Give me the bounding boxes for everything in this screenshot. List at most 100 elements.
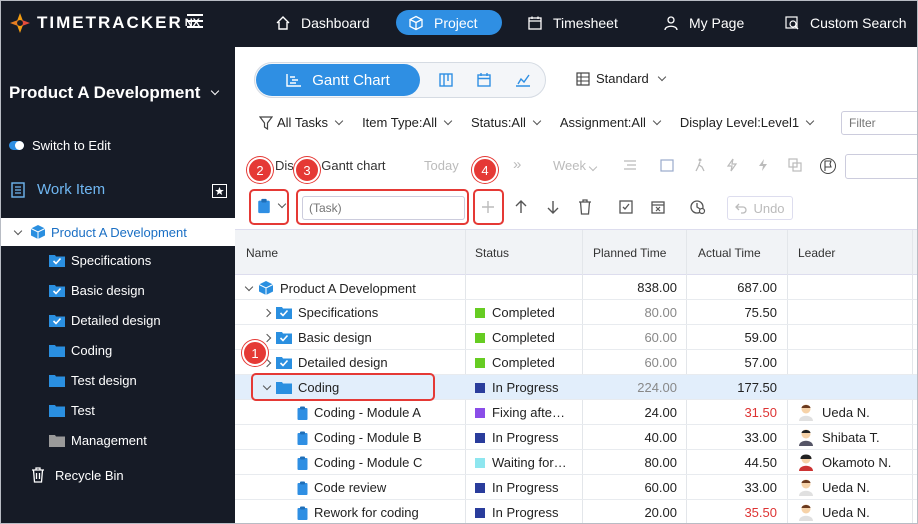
brand-logo[interactable]: TIMETRACKER NX xyxy=(9,12,200,34)
row-actual-time: 59.00 xyxy=(744,330,777,345)
calendar-cancel-icon[interactable] xyxy=(650,199,666,215)
filter-label: Status:All xyxy=(470,115,526,130)
sidebar: Product A Development Switch to Edit Wor… xyxy=(1,47,235,523)
nav-custom-search[interactable]: Custom Search xyxy=(772,10,917,35)
menu-icon[interactable] xyxy=(187,14,203,28)
lightning-icon[interactable] xyxy=(756,158,770,172)
table-row[interactable]: Rework for coding In Progress 20.00 35.5… xyxy=(235,500,917,523)
sidebar-item-management[interactable]: Management xyxy=(49,433,147,448)
align-icon[interactable] xyxy=(623,158,637,172)
nav-project[interactable]: Project xyxy=(396,10,502,35)
clock-settings-icon[interactable] xyxy=(690,199,706,215)
work-item-header[interactable]: Work Item xyxy=(11,181,231,198)
display-level-filter[interactable]: Display Level:Level1 xyxy=(680,115,815,130)
table-row[interactable]: Code review In Progress 60.00 33.00 Ueda… xyxy=(235,475,917,500)
delete-icon[interactable] xyxy=(577,199,593,215)
status-filter[interactable]: Status:All xyxy=(470,115,542,130)
search-list-icon xyxy=(785,15,799,29)
sidebar-item-test-design[interactable]: Test design xyxy=(49,373,137,388)
table-row[interactable]: Basic design Completed 60.00 59.00 xyxy=(235,325,917,350)
project-selector[interactable]: Product A Development xyxy=(9,83,220,103)
arrow-up-icon[interactable] xyxy=(513,199,529,215)
walk-icon[interactable] xyxy=(693,158,707,172)
sidebar-item-basic-design[interactable]: Basic design xyxy=(49,283,145,298)
tree-root-product-a[interactable]: Product A Development xyxy=(1,218,235,246)
task-clipboard-icon xyxy=(297,406,308,420)
collapse-caret-icon[interactable] xyxy=(244,282,254,291)
row-name: Basic design xyxy=(298,330,372,345)
gray-folder-icon xyxy=(49,435,65,447)
switch-to-edit-toggle[interactable]: Switch to Edit xyxy=(9,138,111,153)
row-name: Rework for coding xyxy=(314,505,419,520)
view-switcher: Gantt Chart xyxy=(254,62,546,98)
status-color-swatch xyxy=(475,432,485,443)
table-icon xyxy=(576,71,590,86)
sidebar-item-test[interactable]: Test xyxy=(49,403,95,418)
arrow-down-icon[interactable] xyxy=(545,199,561,215)
assignment-filter[interactable]: Assignment:All xyxy=(560,115,662,130)
table-row[interactable]: Product A Development 838.00 687.00 xyxy=(235,275,917,300)
sidebar-item-label: Specifications xyxy=(71,253,152,268)
nav-custom-search-label: Custom Search xyxy=(810,14,907,31)
column-leader[interactable]: Leader xyxy=(798,246,835,260)
column-actual-time[interactable]: Actual Time xyxy=(698,246,761,260)
double-chevron-right-icon[interactable]: » xyxy=(513,156,521,173)
table-row[interactable]: Coding - Module A Fixing afte… 24.00 31.… xyxy=(235,400,917,425)
chart-view-icon[interactable] xyxy=(515,72,531,88)
nav-mypage[interactable]: My Page xyxy=(651,10,756,35)
layout-selector[interactable]: Standard xyxy=(576,71,667,86)
task-clipboard-icon xyxy=(297,456,308,470)
week-label: Week xyxy=(553,158,586,173)
display-gantt-label[interactable]: Display Gantt chart xyxy=(275,158,386,173)
nav-dashboard[interactable]: Dashboard xyxy=(263,10,382,35)
row-planned-time: 224.00 xyxy=(637,380,677,395)
row-actual-time: 31.50 xyxy=(744,405,777,420)
expand-caret-icon[interactable] xyxy=(262,333,272,342)
today-button[interactable]: Today xyxy=(424,158,459,173)
status-color-swatch xyxy=(475,357,485,368)
top-navigation-bar: TIMETRACKER NX Dashboard Project Timeshe… xyxy=(1,1,917,47)
flag-icon[interactable] xyxy=(820,158,836,174)
recycle-bin[interactable]: Recycle Bin xyxy=(31,467,124,483)
column-name[interactable]: Name xyxy=(246,246,278,260)
gantt-search-input[interactable] xyxy=(845,154,917,179)
sidebar-item-coding[interactable]: Coding xyxy=(49,343,112,358)
table-row[interactable]: Coding - Module C Waiting for… 80.00 44.… xyxy=(235,450,917,475)
week-selector[interactable]: Week xyxy=(553,158,598,173)
folder-icon xyxy=(49,405,65,417)
callout-box-4 xyxy=(473,189,504,225)
row-name: Detailed design xyxy=(298,355,388,370)
table-row[interactable]: Specifications Completed 80.00 75.50 xyxy=(235,300,917,325)
sidebar-item-label: Basic design xyxy=(71,283,145,298)
calendar-small-icon[interactable] xyxy=(660,158,674,172)
row-status: Completed xyxy=(492,355,555,370)
callout-badge-2: 2 xyxy=(247,157,273,183)
item-type-filter[interactable]: Item Type:All xyxy=(362,115,453,130)
calendar-view-icon[interactable] xyxy=(476,72,492,88)
gantt-chart-tab[interactable]: Gantt Chart xyxy=(256,64,420,96)
row-actual-time: 33.00 xyxy=(744,430,777,445)
work-item-label: Work Item xyxy=(37,181,106,198)
check-box-icon[interactable] xyxy=(618,199,634,215)
sidebar-item-detailed-design[interactable]: Detailed design xyxy=(49,313,161,328)
checked-folder-icon xyxy=(276,357,292,369)
undo-button[interactable]: Undo xyxy=(727,196,793,220)
filter-input[interactable] xyxy=(841,111,917,135)
lightning-outline-icon[interactable] xyxy=(725,158,739,172)
expand-caret-icon[interactable] xyxy=(13,226,23,235)
all-tasks-filter[interactable]: All Tasks xyxy=(259,115,344,130)
gantt-icon xyxy=(286,74,302,87)
expand-caret-icon[interactable] xyxy=(262,308,272,317)
column-planned-time[interactable]: Planned Time xyxy=(593,246,666,260)
column-status[interactable]: Status xyxy=(475,246,509,260)
board-view-icon[interactable] xyxy=(438,72,454,88)
row-leader: Ueda N. xyxy=(822,504,870,520)
nav-timesheet[interactable]: Timesheet xyxy=(515,10,630,35)
filter-label: All Tasks xyxy=(277,115,329,130)
toggle-icon xyxy=(9,141,24,150)
copy-icon[interactable] xyxy=(788,158,802,172)
sidebar-item-specifications[interactable]: Specifications xyxy=(49,253,151,268)
table-row[interactable]: Coding - Module B In Progress 40.00 33.0… xyxy=(235,425,917,450)
table-row[interactable]: Detailed design Completed 60.00 57.00 xyxy=(235,350,917,375)
favorite-star-icon[interactable] xyxy=(212,184,227,198)
